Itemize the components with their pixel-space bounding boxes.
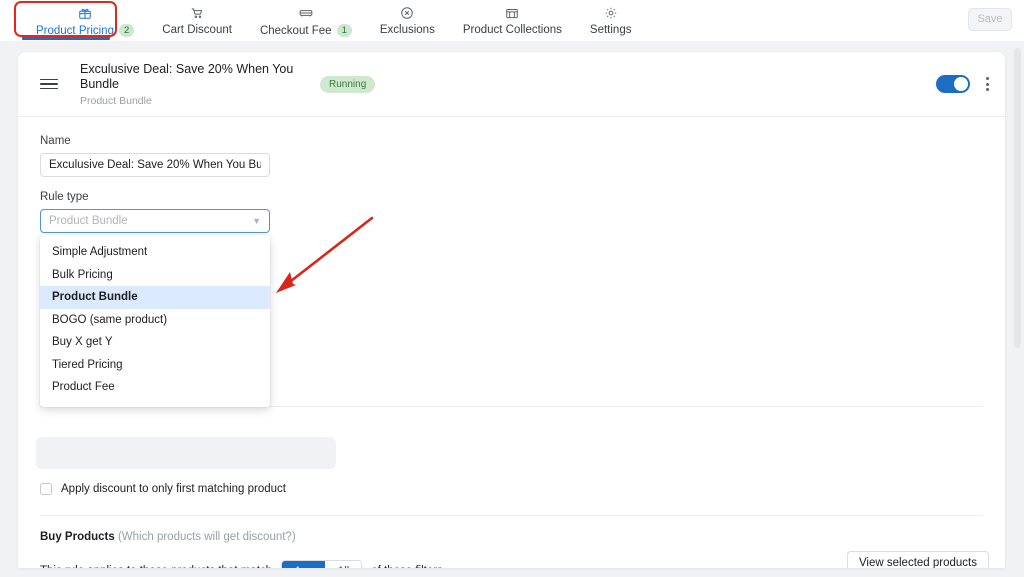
view-selected-products-button[interactable]: View selected products bbox=[846, 551, 989, 568]
dropdown-option-simple-adjustment[interactable]: Simple Adjustment bbox=[40, 241, 270, 264]
truck-icon bbox=[299, 5, 313, 20]
buy-products-title: Buy Products (Which products will get di… bbox=[40, 531, 296, 543]
rule-enable-toggle[interactable] bbox=[936, 75, 970, 93]
tab-product-pricing[interactable]: Product Pricing 2 bbox=[22, 0, 148, 37]
rule-type-label: Rule type bbox=[40, 191, 89, 203]
dropdown-option-product-fee[interactable]: Product Fee bbox=[40, 376, 270, 399]
gift-icon bbox=[78, 5, 92, 20]
rule-form: Name Rule type Product Bundle ▼ Simple A… bbox=[18, 117, 1005, 568]
section-divider-bottom bbox=[40, 515, 983, 516]
rule-type-select[interactable]: Product Bundle ▼ bbox=[40, 209, 270, 233]
gear-icon bbox=[604, 5, 618, 20]
match-mode-segmented: Any All bbox=[281, 560, 363, 568]
tab-label: Exclusions bbox=[379, 24, 435, 36]
tab-label: Settings bbox=[589, 24, 632, 36]
more-options-icon[interactable] bbox=[984, 75, 991, 93]
rule-editor-card: Exculusive Deal: Save 20% When You Bundl… bbox=[18, 52, 1005, 568]
rule-header: Exculusive Deal: Save 20% When You Bundl… bbox=[18, 52, 1005, 117]
tab-label: Product Collections bbox=[462, 24, 562, 36]
tab-cart-discount[interactable]: Cart Discount bbox=[148, 0, 246, 36]
apply-first-match-label: Apply discount to only first matching pr… bbox=[61, 483, 287, 495]
segment-any[interactable]: Any bbox=[282, 561, 326, 568]
match-prefix-text: This rule applies to those products that… bbox=[40, 565, 272, 568]
circle-x-icon bbox=[400, 5, 414, 20]
apply-first-match-checkbox[interactable] bbox=[40, 483, 52, 495]
rule-header-text: Exculusive Deal: Save 20% When You Bundl… bbox=[80, 62, 296, 107]
vertical-scrollbar[interactable] bbox=[1014, 48, 1021, 570]
dropdown-option-bulk-pricing[interactable]: Bulk Pricing bbox=[40, 264, 270, 287]
top-tab-bar: Product Pricing 2 Cart Discount Checkout bbox=[0, 0, 1024, 41]
store-icon bbox=[505, 5, 519, 20]
dropdown-option-tiered-pricing[interactable]: Tiered Pricing bbox=[40, 354, 270, 377]
name-label: Name bbox=[40, 135, 71, 147]
rule-type-placeholder: Product Bundle bbox=[49, 215, 128, 227]
match-suffix-text: of these filters bbox=[371, 565, 443, 568]
scrollbar-thumb[interactable] bbox=[1014, 48, 1021, 348]
tab-badge: 1 bbox=[336, 24, 352, 37]
buy-products-hint: (Which products will get discount?) bbox=[117, 531, 296, 543]
rule-header-actions bbox=[936, 75, 991, 93]
dropdown-option-bogo[interactable]: BOGO (same product) bbox=[40, 309, 270, 332]
tab-label: Checkout Fee bbox=[259, 24, 332, 37]
rule-type-dropdown: Simple Adjustment Bulk Pricing Product B… bbox=[40, 235, 270, 407]
drag-handle-icon[interactable] bbox=[40, 78, 58, 90]
buy-products-heading: Buy Products bbox=[40, 531, 115, 543]
dropdown-option-buy-x-get-y[interactable]: Buy X get Y bbox=[40, 331, 270, 354]
apply-first-match-row[interactable]: Apply discount to only first matching pr… bbox=[40, 483, 286, 495]
match-filters-row: This rule applies to those products that… bbox=[40, 560, 443, 568]
segment-all[interactable]: All bbox=[325, 561, 362, 568]
status-badge: Running bbox=[320, 75, 376, 93]
save-button[interactable]: Save bbox=[968, 8, 1012, 31]
rule-type-select-wrap: Product Bundle ▼ Simple Adjustment Bulk … bbox=[40, 209, 270, 407]
rule-subtitle: Product Bundle bbox=[80, 94, 152, 107]
tab-list: Product Pricing 2 Cart Discount Checkout bbox=[0, 0, 645, 41]
obscured-field-placeholder bbox=[36, 437, 336, 469]
cart-icon bbox=[190, 5, 204, 20]
name-input[interactable] bbox=[40, 153, 270, 177]
tab-label: Product Pricing bbox=[36, 24, 114, 37]
chevron-down-icon: ▼ bbox=[252, 215, 261, 226]
rule-title: Exculusive Deal: Save 20% When You Bundl… bbox=[80, 61, 294, 91]
dropdown-option-product-bundle[interactable]: Product Bundle bbox=[40, 286, 270, 309]
tab-label: Cart Discount bbox=[162, 24, 232, 36]
tab-settings[interactable]: Settings bbox=[576, 0, 646, 36]
tab-checkout-fee[interactable]: Checkout Fee 1 bbox=[246, 0, 366, 37]
active-tab-indicator bbox=[22, 36, 110, 40]
tab-product-collections[interactable]: Product Collections bbox=[449, 0, 576, 36]
tab-badge: 2 bbox=[118, 24, 135, 37]
tab-exclusions[interactable]: Exclusions bbox=[366, 0, 449, 36]
